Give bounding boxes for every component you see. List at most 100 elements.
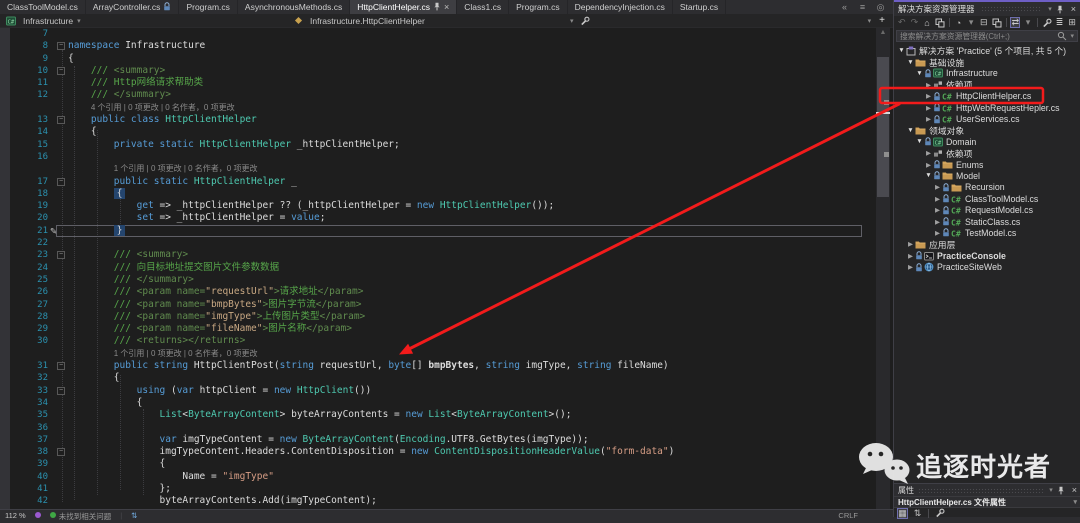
expander-expanded-icon[interactable]: ▼	[915, 70, 924, 77]
expander-expanded-icon[interactable]: ▼	[906, 59, 915, 66]
tree-item--[interactable]: ▶ 依赖项	[894, 148, 1080, 159]
tab-dependencyinjection-cs[interactable]: DependencyInjection.cs	[567, 0, 673, 14]
line-number: 30	[37, 336, 48, 347]
pin-icon[interactable]	[1057, 486, 1065, 495]
preview-icon[interactable]	[992, 17, 1002, 28]
tree-item-staticclass-cs[interactable]: ▶ C# StaticClass.cs	[894, 216, 1080, 227]
caret-icon[interactable]: ▾	[966, 17, 976, 28]
expander-collapsed-icon[interactable]: ▶	[924, 81, 933, 89]
pin-icon[interactable]	[433, 2, 441, 13]
expander-expanded-icon[interactable]: ▼	[906, 127, 915, 134]
source-control-icon[interactable]: ⇅	[131, 511, 137, 520]
collapse-all-icon[interactable]: ⊟	[979, 17, 989, 28]
search-icon[interactable]	[1057, 31, 1067, 41]
code-editor[interactable]: 7 8− namespace Infrastructure 9{10−/// <sum…	[0, 28, 893, 509]
switch-views-icon[interactable]	[935, 17, 945, 28]
tab-httpclienthelper-cs[interactable]: HttpClientHelper.cs ×	[350, 0, 458, 14]
solution-explorer-titlebar[interactable]: 解决方案资源管理器 ▾ ×	[894, 0, 1080, 16]
eol-indicator[interactable]: CRLF	[838, 511, 858, 520]
pin-icon[interactable]	[1056, 5, 1064, 14]
expander-collapsed-icon[interactable]: ▶	[924, 161, 933, 169]
solution-explorer-search[interactable]: 搜索解决方案资源管理器(Ctrl+;) ▾	[896, 30, 1078, 42]
fold-collapse-icon[interactable]: −	[57, 116, 65, 125]
tree-item-domain[interactable]: ▼ C# Domain	[894, 136, 1080, 147]
fold-collapse-icon[interactable]: −	[57, 448, 65, 457]
close-icon[interactable]: ×	[1071, 4, 1076, 14]
tree-item-classtoolmodel-cs[interactable]: ▶ C# ClassToolModel.cs	[894, 193, 1080, 204]
tab-scroll-left-icon[interactable]: «	[839, 2, 850, 13]
tree-item-testmodel-cs[interactable]: ▶ C# TestModel.cs	[894, 227, 1080, 238]
fold-collapse-icon[interactable]: −	[57, 251, 65, 260]
home-icon[interactable]: ⌂	[922, 17, 932, 28]
pending-changes-icon[interactable]: ◔	[954, 17, 964, 28]
fold-collapse-icon[interactable]: −	[57, 177, 65, 186]
tree-item-enums[interactable]: ▶ Enums	[894, 159, 1080, 170]
tree-item-requestmodel-cs[interactable]: ▶ C# RequestModel.cs	[894, 204, 1080, 215]
expander-expanded-icon[interactable]: ▼	[924, 172, 933, 179]
tab-program-cs[interactable]: Program.cs	[179, 0, 238, 14]
window-list-icon[interactable]: ≡	[857, 2, 868, 13]
tree-item-httpclienthelper-cs[interactable]: ▶ C# HttpClientHelper.cs	[894, 91, 1080, 102]
scrollbar-thumb[interactable]	[877, 57, 889, 197]
tree-item--practice-5-5-[interactable]: ▼ 解决方案 'Practice' (5 个项目, 共 5 个)	[894, 45, 1080, 56]
wrench-icon[interactable]	[1042, 17, 1052, 28]
tree-item--[interactable]: ▶ 应用层	[894, 239, 1080, 250]
wrench-icon[interactable]	[580, 16, 590, 26]
chevron-down-icon[interactable]: ▾	[570, 17, 574, 25]
close-icon[interactable]: ×	[444, 2, 449, 12]
expander-expanded-icon[interactable]: ▼	[897, 47, 906, 54]
chevron-down-icon[interactable]: ▾	[1070, 32, 1074, 40]
tree-item-practiceconsole[interactable]: ▶ PracticeConsole	[894, 250, 1080, 261]
tab-startup-cs[interactable]: Startup.cs	[672, 0, 727, 14]
chevron-down-icon[interactable]: ▾	[1048, 5, 1052, 13]
properties-object-selector[interactable]: HttpClientHelper.cs 文件属性 ▾	[894, 496, 1080, 508]
fold-collapse-icon[interactable]: −	[57, 66, 65, 75]
fold-collapse-icon[interactable]: −	[57, 386, 65, 395]
scrollbar-up-arrow-icon[interactable]: ▲	[876, 29, 890, 36]
caret-icon[interactable]: ▾	[1023, 17, 1033, 28]
sync-active-icon[interactable]: ⇄	[1010, 17, 1021, 28]
expander-collapsed-icon[interactable]: ▶	[924, 149, 933, 157]
tab-classtoolmodel-cs[interactable]: ClassToolModel.cs	[0, 0, 86, 14]
expander-expanded-icon[interactable]: ▼	[915, 138, 924, 145]
expander-collapsed-icon[interactable]: ▶	[924, 92, 933, 100]
tab-asynchronousmethods-cs[interactable]: AsynchronousMethods.cs	[237, 0, 351, 14]
expander-collapsed-icon[interactable]: ▶	[933, 218, 942, 226]
expander-collapsed-icon[interactable]: ▶	[933, 206, 942, 214]
breadcrumb-project[interactable]: C# Infrastructure ▾	[0, 16, 87, 26]
fold-collapse-icon[interactable]: −	[57, 42, 65, 51]
nav-back-icon[interactable]: ↶	[897, 17, 907, 28]
chevron-down-icon[interactable]: ▾	[77, 17, 81, 25]
tab-program-cs[interactable]: Program.cs	[509, 0, 568, 14]
expander-collapsed-icon[interactable]: ▶	[924, 104, 933, 112]
expander-collapsed-icon[interactable]: ▶	[933, 183, 942, 191]
tree-item-userservices-cs[interactable]: ▶ C# UserServices.cs	[894, 113, 1080, 124]
split-window-button[interactable]: +	[879, 15, 885, 26]
expander-collapsed-icon[interactable]: ▶	[906, 252, 915, 260]
add-item-icon[interactable]: ⊞	[1067, 17, 1077, 28]
tree-item--[interactable]: ▼ 领域对象	[894, 125, 1080, 136]
tab-class1-cs[interactable]: Class1.cs	[457, 0, 510, 14]
breadcrumb-type[interactable]: Infrastructure.HttpClientHelper	[288, 16, 431, 26]
fold-collapse-icon[interactable]: −	[57, 362, 65, 371]
expander-collapsed-icon[interactable]: ▶	[906, 263, 915, 271]
show-all-files-icon[interactable]: ≣	[1055, 17, 1065, 28]
tree-item--[interactable]: ▶ 依赖项	[894, 79, 1080, 90]
tree-item-httpwebrequesthepler-cs[interactable]: ▶ C# HttpWebRequestHepler.cs	[894, 102, 1080, 113]
expander-collapsed-icon[interactable]: ▶	[906, 240, 915, 248]
tab-options-icon[interactable]: ◎	[875, 2, 886, 13]
tree-item--[interactable]: ▼ 基础设施	[894, 56, 1080, 68]
close-icon[interactable]: ×	[1072, 485, 1077, 495]
health-indicator-icon[interactable]	[34, 512, 41, 518]
expander-collapsed-icon[interactable]: ▶	[933, 229, 942, 237]
tab-arraycontroller-cs[interactable]: ArrayController.cs	[85, 0, 180, 14]
tree-item-recursion[interactable]: ▶ Recursion	[894, 182, 1080, 193]
expander-collapsed-icon[interactable]: ▶	[924, 115, 933, 123]
nav-forward-icon[interactable]: ↷	[910, 17, 920, 28]
tree-item-model[interactable]: ▼ Model	[894, 170, 1080, 181]
expander-collapsed-icon[interactable]: ▶	[933, 195, 942, 203]
zoom-level-select[interactable]: 112 %	[5, 511, 26, 520]
chevron-down-icon[interactable]: ▾	[868, 17, 872, 25]
tree-item-infrastructure[interactable]: ▼ C# Infrastructure	[894, 68, 1080, 79]
tree-item-practicesiteweb[interactable]: ▶ PracticeSiteWeb	[894, 261, 1080, 272]
